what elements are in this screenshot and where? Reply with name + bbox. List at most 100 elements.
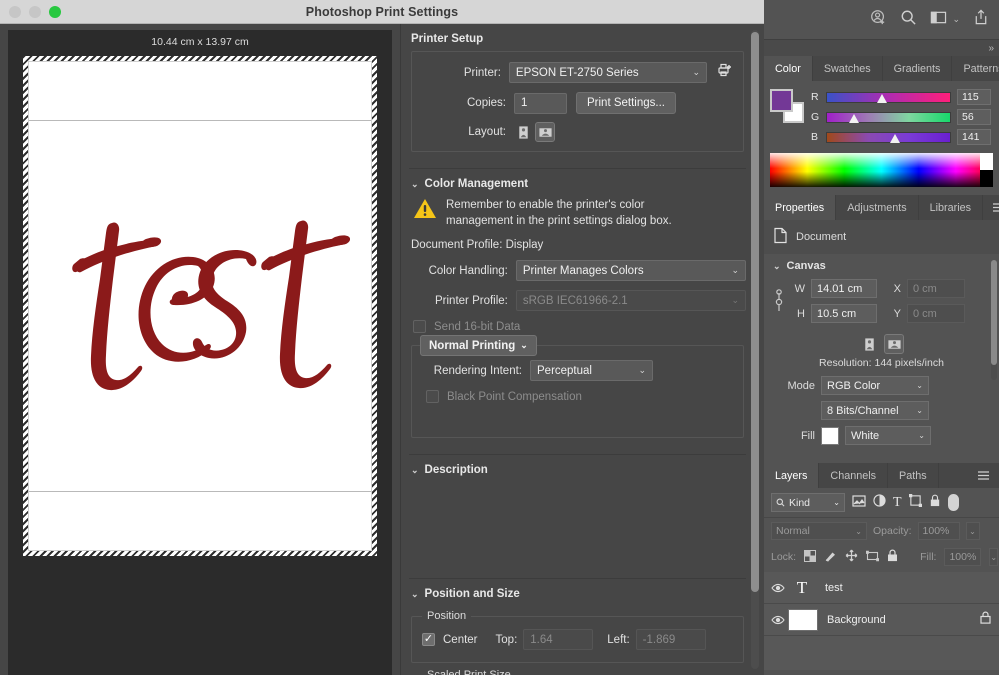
chevron-down-icon[interactable]: ⌄ [952, 14, 960, 25]
channel-value-g[interactable]: 56 [957, 109, 991, 125]
opacity-input[interactable]: 100% [917, 522, 960, 540]
layer-name[interactable]: test [825, 582, 991, 594]
canvas-h-input[interactable]: 10.5 cm [811, 304, 877, 323]
tab-gradients[interactable]: Gradients [882, 56, 953, 81]
printing-mode-button[interactable]: Normal Printing ⌄ [420, 335, 537, 357]
fill-label: Fill [800, 429, 815, 442]
slider-thumb-b[interactable] [889, 133, 900, 143]
tab-channels[interactable]: Channels [819, 463, 889, 488]
lock-transparency-icon[interactable] [804, 549, 817, 565]
canvas-y-input[interactable]: 0 cm [907, 304, 965, 323]
link-dimensions-icon[interactable] [773, 288, 785, 320]
tab-patterns[interactable]: Patterns [952, 56, 999, 81]
rendering-intent-select[interactable]: Perceptual ⌄ [530, 360, 653, 382]
table-row[interactable]: T test [764, 572, 999, 604]
slider-track-g[interactable] [826, 111, 951, 123]
slider-track-b[interactable] [826, 131, 951, 143]
fill-opacity-input[interactable]: 100% [944, 548, 982, 566]
properties-panel-menu-icon[interactable] [983, 195, 999, 220]
left-input[interactable]: -1.869 [635, 629, 706, 651]
app-toolbar: ⌄ [764, 0, 999, 40]
center-checkbox[interactable] [422, 633, 435, 647]
copies-input[interactable]: 1 [514, 92, 567, 114]
properties-scrollbar-thumb[interactable] [991, 260, 997, 365]
lock-artboard-icon[interactable] [865, 550, 880, 565]
blend-mode-select[interactable]: Normal ⌄ [771, 522, 867, 540]
description-textarea[interactable] [409, 482, 746, 568]
fill-select[interactable]: White ⌄ [845, 426, 931, 445]
canvas-portrait-button[interactable] [860, 335, 878, 353]
layers-panel-menu-icon[interactable] [968, 463, 999, 488]
lock-image-icon[interactable] [824, 549, 837, 565]
fill-chevron-down-icon[interactable]: ⌄ [989, 548, 999, 566]
color-spectrum-bar[interactable] [770, 153, 993, 187]
preview-canvas[interactable]: 10.44 cm x 13.97 cm [8, 30, 392, 675]
layout-portrait-button[interactable] [514, 123, 532, 141]
share-icon[interactable] [973, 9, 989, 31]
canvas-x-input[interactable]: 0 cm [907, 279, 965, 298]
canvas-w-input[interactable]: 14.01 cm [811, 279, 877, 298]
workspace-icon[interactable] [930, 10, 947, 30]
settings-scrollbar[interactable] [751, 30, 759, 669]
shape-filter-icon[interactable] [908, 493, 922, 512]
kind-filter-select[interactable]: Kind ⌄ [771, 493, 845, 512]
mode-select[interactable]: RGB Color ⌄ [821, 376, 929, 395]
send-16bit-checkbox[interactable] [413, 320, 426, 334]
settings-scrollbar-thumb[interactable] [751, 32, 759, 592]
canvas-section-header[interactable]: ⌄ Canvas [773, 260, 990, 272]
position-and-size-header[interactable]: ⌄ Position and Size [409, 579, 746, 606]
image-filter-icon[interactable] [852, 494, 866, 512]
color-handling-select[interactable]: Printer Manages Colors ⌄ [515, 260, 746, 282]
print-settings-button[interactable]: Print Settings... [576, 92, 676, 114]
properties-scrollbar[interactable] [991, 260, 997, 380]
filter-toggle-switch[interactable] [947, 494, 959, 511]
printer-setup-header: Printer Setup [409, 24, 746, 51]
layer-name[interactable]: Background [827, 614, 980, 626]
color-handling-row: Color Handling: Printer Manages Colors ⌄ [409, 260, 746, 282]
spectrum-endcaps[interactable] [980, 153, 993, 187]
tab-swatches[interactable]: Swatches [812, 56, 883, 81]
add-user-icon[interactable] [870, 9, 887, 31]
channel-value-r[interactable]: 115 [957, 89, 991, 105]
print-settings-dialog: 10.44 cm x 13.97 cm Printer Setup Printe… [0, 24, 764, 675]
adjustment-filter-icon[interactable] [873, 493, 886, 512]
left-label: Left: [607, 633, 630, 646]
tab-properties[interactable]: Properties [764, 195, 837, 220]
slider-track-r[interactable] [826, 91, 951, 103]
text-filter-icon[interactable]: T [893, 495, 902, 510]
tab-color[interactable]: Color [764, 56, 813, 81]
printer-profile-select[interactable]: sRGB IEC61966-2.1 ⌄ [515, 290, 746, 312]
lock-position-icon[interactable] [845, 549, 858, 565]
channel-value-b[interactable]: 141 [957, 129, 991, 145]
black-point-checkbox[interactable] [426, 390, 439, 404]
foreground-color-swatch[interactable] [770, 89, 793, 112]
tab-adjustments[interactable]: Adjustments [836, 195, 919, 220]
printer-select[interactable]: EPSON ET-2750 Series ⌄ [508, 62, 707, 83]
smartobject-filter-icon[interactable] [929, 494, 941, 512]
layer-visibility-icon[interactable] [768, 615, 788, 625]
layer-visibility-icon[interactable] [768, 583, 788, 593]
lock-all-icon[interactable] [887, 549, 898, 565]
tab-layers[interactable]: Layers [764, 463, 820, 488]
tab-paths[interactable]: Paths [888, 463, 939, 488]
color-management-header[interactable]: ⌄ Color Management [409, 169, 746, 196]
bit-depth-select[interactable]: 8 Bits/Channel ⌄ [821, 401, 929, 420]
search-icon[interactable] [900, 9, 917, 31]
slider-thumb-r[interactable] [877, 93, 888, 103]
panel-overflow-bar[interactable]: » [764, 40, 999, 56]
top-input[interactable]: 1.64 [523, 629, 594, 651]
canvas-landscape-button[interactable] [884, 334, 904, 354]
fill-color-swatch[interactable] [821, 426, 839, 445]
layout-landscape-button[interactable] [535, 122, 555, 142]
table-row[interactable]: Background [764, 604, 999, 636]
layer-locked-icon[interactable] [980, 611, 991, 629]
description-header[interactable]: ⌄ Description [409, 455, 746, 482]
rendering-intent-row: Rendering Intent: Perceptual ⌄ [422, 360, 733, 382]
overflow-chevrons[interactable]: » [988, 43, 994, 54]
print-preview-pane: 10.44 cm x 13.97 cm [0, 24, 400, 675]
color-management-title: Color Management [424, 178, 529, 190]
opacity-chevron-down-icon[interactable]: ⌄ [965, 522, 980, 540]
tab-libraries[interactable]: Libraries [918, 195, 984, 220]
slider-thumb-g[interactable] [849, 113, 860, 123]
add-printer-icon[interactable] [717, 62, 733, 83]
